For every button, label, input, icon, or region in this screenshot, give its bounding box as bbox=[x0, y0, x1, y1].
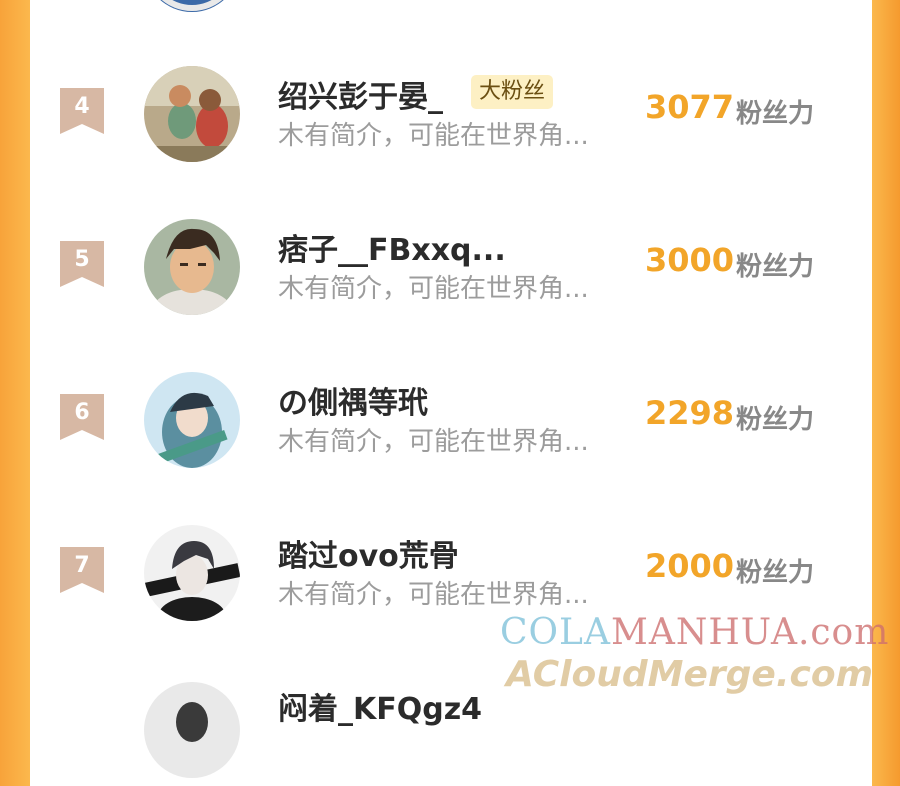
user-bio: 木有简介，可能在世界角... bbox=[278, 580, 589, 610]
rank-badge: 5 bbox=[60, 241, 104, 287]
avatar[interactable] bbox=[144, 525, 240, 621]
avatar[interactable] bbox=[144, 219, 240, 315]
rank-badge: 7 bbox=[60, 547, 104, 593]
user-name[interactable]: 绍兴彭于晏_ bbox=[278, 72, 443, 116]
user-bio: 木有简介，可能在世界角... bbox=[278, 427, 589, 457]
list-item[interactable]: 5 痞子__FBxxq... 木有简介，可能在世界角... 3000 粉丝力 bbox=[30, 211, 872, 321]
avatar[interactable] bbox=[144, 372, 240, 468]
avatar-icon bbox=[144, 66, 240, 162]
avatar-icon bbox=[144, 525, 240, 621]
rank-badge: 6 bbox=[60, 394, 104, 440]
list-item[interactable]: 6 の側禑等玳 木有简介，可能在世界角... 2298 粉丝力 bbox=[30, 364, 872, 474]
list-item[interactable]: 4 绍兴彭于晏_ 大粉丝 木有简介，可能在世界角... 3077 粉丝力 bbox=[30, 58, 872, 168]
user-name[interactable]: 闷着_KFQgz4 bbox=[278, 684, 482, 728]
list-item[interactable]: 7 踏过ovo荒骨 木有简介，可能在世界角... 2000 粉丝力 bbox=[30, 517, 872, 627]
watermark-bottom: ACloudMerge.com bbox=[506, 654, 874, 695]
user-bio: 木有简介，可能在世界角... bbox=[278, 121, 589, 151]
avatar-icon bbox=[144, 682, 240, 778]
fan-score: 2000 bbox=[645, 547, 735, 585]
fan-score: 2298 bbox=[645, 394, 735, 432]
fan-score-unit: 粉丝力 bbox=[736, 558, 815, 588]
avatar[interactable] bbox=[144, 66, 240, 162]
avatar-icon bbox=[144, 372, 240, 468]
avatar[interactable] bbox=[144, 682, 240, 778]
fan-level-badge: 大粉丝 bbox=[471, 75, 554, 109]
avatar-icon bbox=[144, 0, 240, 12]
watermark-top: COLAMANHUA.com bbox=[500, 612, 890, 653]
avatar-icon bbox=[144, 219, 240, 315]
fan-score: 3077 bbox=[645, 88, 735, 126]
rank-badge: 4 bbox=[60, 88, 104, 134]
fan-ranking-list: 4 绍兴彭于晏_ 大粉丝 木有简介，可能在世界角... 3077 粉丝力 5 痞… bbox=[30, 0, 872, 778]
user-name[interactable]: の側禑等玳 bbox=[278, 378, 428, 422]
user-name[interactable]: 痞子__FBxxq... bbox=[278, 225, 506, 269]
fan-score-unit: 粉丝力 bbox=[736, 405, 815, 435]
fan-score: 3000 bbox=[645, 241, 735, 279]
user-bio: 木有简介，可能在世界角... bbox=[278, 274, 589, 304]
row-prev-partial[interactable] bbox=[144, 0, 240, 12]
fan-score-unit: 粉丝力 bbox=[736, 252, 815, 282]
fan-score-unit: 粉丝力 bbox=[736, 99, 815, 129]
user-name[interactable]: 踏过ovo荒骨 bbox=[278, 531, 459, 575]
